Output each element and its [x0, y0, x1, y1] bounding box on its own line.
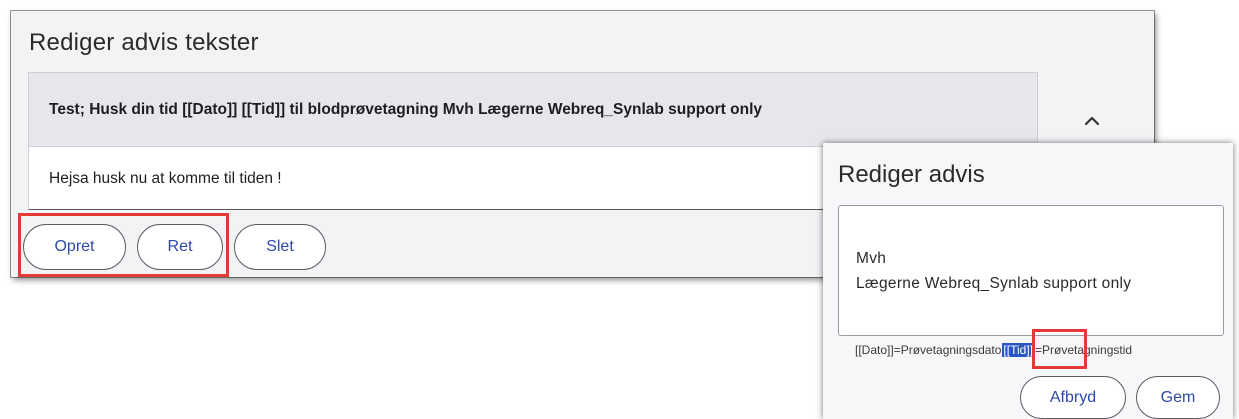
advis-body-text: Hejsa husk nu at komme til tiden ! [49, 170, 282, 187]
opret-button[interactable]: Opret [23, 224, 126, 270]
dialog-title: Rediger advis [838, 161, 985, 188]
hint-tid: =Prøvetagningstid [1034, 343, 1133, 357]
afbryd-button[interactable]: Afbryd [1020, 376, 1126, 419]
chevron-up-icon[interactable] [1079, 108, 1105, 134]
text-line: Lægerne Webreq_Synlab support only [856, 275, 1132, 292]
advis-accordion-header[interactable]: Test; Husk din tid [[Dato]] [[Tid]] til … [28, 72, 1038, 147]
slet-button[interactable]: Slet [234, 224, 326, 270]
advis-text-area[interactable]: Mvh Lægerne Webreq_Synlab support only [838, 205, 1224, 336]
ret-button[interactable]: Ret [137, 224, 223, 270]
advis-header-text: Test; Husk din tid [[Dato]] [[Tid]] til … [49, 101, 762, 118]
page-title: Rediger advis tekster [29, 29, 259, 56]
hint-dato: [[Dato]]=Prøvetagningsdato [855, 343, 1002, 357]
rediger-advis-dialog: Rediger advis Mvh Lægerne Webreq_Synlab … [823, 143, 1233, 419]
placeholder-hint: [[Dato]]=Prøvetagningsdato [[Tid]] =Prøv… [855, 343, 1132, 357]
hint-tid-selected: [[Tid]] [1002, 343, 1034, 357]
gem-button[interactable]: Gem [1136, 376, 1220, 419]
text-line: Mvh [856, 250, 887, 267]
